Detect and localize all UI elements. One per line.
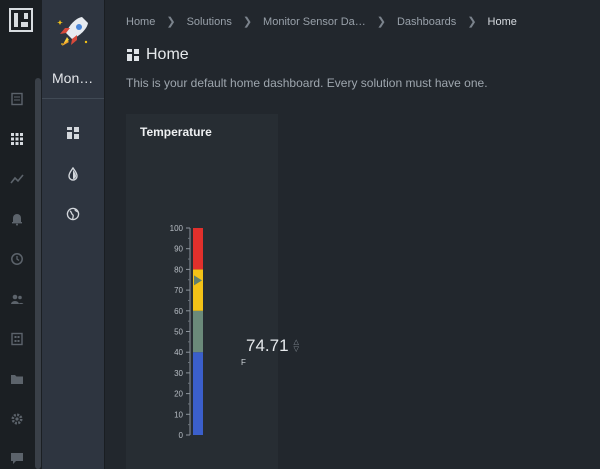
users-icon[interactable] bbox=[8, 290, 26, 308]
gauge-band-1 bbox=[193, 310, 203, 353]
bell-icon[interactable] bbox=[8, 210, 26, 228]
gauge-tick-label: 60 bbox=[174, 307, 183, 316]
page-description: This is your default home dashboard. Eve… bbox=[126, 76, 488, 90]
gear-icon[interactable] bbox=[8, 410, 26, 428]
chevron-right-icon: ❯ bbox=[166, 16, 176, 28]
platform-logo-icon[interactable] bbox=[9, 8, 33, 32]
page-header: Home bbox=[126, 46, 189, 64]
temperature-value: 74.71 bbox=[246, 336, 289, 355]
solution-nav-panel: Mon… bbox=[42, 0, 104, 469]
chevron-right-icon: ❯ bbox=[376, 16, 386, 28]
primary-nav-rail bbox=[0, 0, 42, 469]
gauge-tick-label: 90 bbox=[174, 245, 183, 254]
gauge-band-3 bbox=[193, 228, 203, 270]
gauge-tick-label: 80 bbox=[174, 265, 183, 274]
chevron-right-icon: ❯ bbox=[467, 16, 477, 28]
building-icon[interactable] bbox=[8, 330, 26, 348]
caret-up-icon: △ bbox=[293, 339, 299, 346]
globe-icon[interactable] bbox=[64, 205, 82, 223]
rail-scrollbar[interactable] bbox=[35, 78, 41, 469]
temperature-gauge-widget[interactable]: Temperature 0 10 20 30 40 50 60 70 80 90 100 74.71… bbox=[126, 114, 299, 469]
refresh-clock-icon[interactable] bbox=[8, 250, 26, 268]
main-divider bbox=[104, 0, 105, 469]
chat-icon[interactable] bbox=[8, 449, 26, 467]
breadcrumb: Home ❯ Solutions ❯ Monitor Sensor Da… ❯ … bbox=[126, 15, 517, 29]
apps-icon[interactable] bbox=[8, 130, 26, 148]
chevron-right-icon: ❯ bbox=[242, 16, 253, 28]
breadcrumb-current: Home bbox=[487, 15, 517, 28]
gauge-tick-label: 0 bbox=[179, 431, 184, 440]
gauge-band-0 bbox=[193, 352, 203, 435]
temperature-gauge: 0 10 20 30 40 50 60 70 80 90 100 bbox=[170, 224, 203, 440]
chart-line-icon[interactable] bbox=[8, 170, 26, 188]
page-title: Home bbox=[146, 46, 189, 63]
folder-icon[interactable] bbox=[8, 370, 26, 388]
caret-down-icon: ▽ bbox=[293, 346, 299, 353]
drop-icon[interactable] bbox=[64, 165, 82, 183]
panel-divider bbox=[42, 98, 104, 99]
gauge-readout: 74.71 △ ▽ bbox=[246, 336, 299, 356]
dashboard-icon bbox=[127, 49, 139, 61]
gauge-tick-label: 100 bbox=[170, 224, 184, 233]
breadcrumb-solutions[interactable]: Solutions bbox=[187, 16, 232, 28]
breadcrumb-solution[interactable]: Monitor Sensor Da… bbox=[263, 16, 366, 28]
breadcrumb-home[interactable]: Home bbox=[126, 16, 155, 28]
gauge-band-2 bbox=[193, 269, 203, 311]
gauge-tick-label: 30 bbox=[174, 369, 183, 378]
dashboard-icon[interactable] bbox=[64, 124, 82, 142]
solution-name[interactable]: Mon… bbox=[52, 70, 93, 86]
gauge-tick-label: 70 bbox=[174, 286, 183, 295]
gauge-tick-label: 50 bbox=[174, 328, 183, 337]
gauge-tick-label: 20 bbox=[174, 390, 183, 399]
gauge-tick-label: 40 bbox=[174, 348, 183, 357]
rocket-icon[interactable] bbox=[56, 12, 92, 52]
gauge-tick-label: 10 bbox=[174, 410, 183, 419]
breadcrumb-dashboards[interactable]: Dashboards bbox=[397, 16, 456, 28]
value-stepper: △ ▽ bbox=[294, 339, 299, 353]
temperature-unit: F bbox=[241, 358, 246, 367]
document-icon[interactable] bbox=[8, 90, 26, 108]
